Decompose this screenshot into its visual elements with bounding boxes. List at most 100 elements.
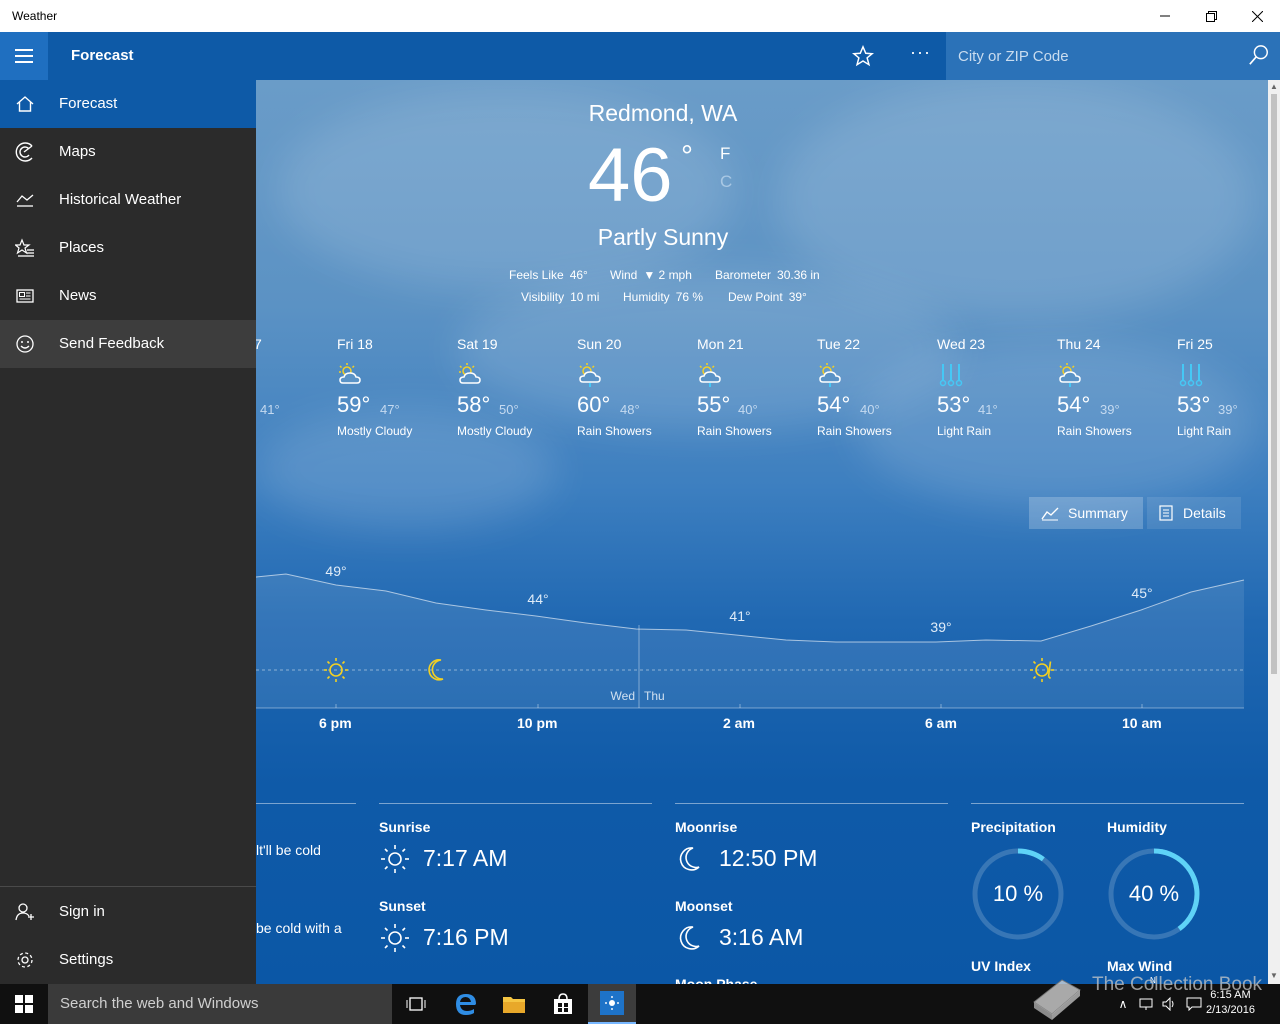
- nav-item-send-feedback[interactable]: Send Feedback: [0, 320, 256, 368]
- day-low: 39°: [1100, 402, 1120, 417]
- search-icon[interactable]: [1248, 44, 1270, 66]
- title-bar: Weather: [0, 0, 1280, 32]
- humidity-detail-value: 40 %: [1128, 881, 1180, 906]
- scroll-down-arrow-icon[interactable]: ▼: [1270, 971, 1278, 980]
- wind-label: Wind: [610, 268, 638, 282]
- file-explorer-button[interactable]: [490, 984, 538, 1024]
- celsius-toggle[interactable]: C: [720, 172, 732, 192]
- wind-value: ▼ 2 mph: [643, 268, 692, 282]
- day-name: Sat 19: [457, 336, 498, 352]
- store-button[interactable]: [539, 984, 587, 1024]
- hourly-temp-label: 44°: [527, 591, 548, 607]
- home-icon: [16, 96, 34, 112]
- task-view-button[interactable]: [392, 984, 440, 1024]
- visibility: Visibility 10 mi: [521, 290, 599, 304]
- hourly-temp-label: 49°: [325, 563, 346, 579]
- day-low: 50°: [499, 402, 519, 417]
- watermark-text: The Collection Book: [1092, 974, 1263, 995]
- nav-item-places[interactable]: Places: [0, 224, 256, 272]
- nav-item-sign-in[interactable]: Sign in: [0, 888, 256, 936]
- more-options-button[interactable]: ···: [910, 42, 931, 63]
- scrollbar-thumb[interactable]: [1271, 94, 1277, 674]
- sunset-label: Sunset: [379, 898, 426, 914]
- vertical-scrollbar[interactable]: ▲ ▼: [1268, 80, 1280, 984]
- day-condition: Rain Showers: [697, 424, 772, 438]
- nav-item-settings[interactable]: Settings: [0, 936, 256, 984]
- day-forecast[interactable]: Mon 21 55° 40° Rain Showers: [697, 336, 807, 438]
- nav-item-historical-weather[interactable]: Historical Weather: [0, 176, 256, 224]
- details-list-icon: [1159, 505, 1173, 521]
- day-low: 41°: [260, 402, 280, 417]
- search-box: [946, 32, 1280, 80]
- nav-item-news[interactable]: News: [0, 272, 256, 320]
- nav-item-forecast[interactable]: Forecast: [0, 80, 256, 128]
- hour-label: 10 am: [1122, 715, 1162, 731]
- hamburger-icon: [15, 55, 33, 57]
- day-forecast[interactable]: Sat 19 58° 50° Mostly Cloudy: [457, 336, 567, 438]
- page-title: Forecast: [71, 47, 134, 64]
- hourly-temp-label: 41°: [729, 608, 750, 624]
- day-forecast[interactable]: Fri 18 59° 47° Mostly Cloudy: [337, 336, 447, 438]
- edge-browser-icon: [456, 994, 476, 1015]
- day-high: 54°: [817, 392, 851, 417]
- divider: [675, 803, 948, 804]
- summary-toggle-button[interactable]: Summary: [1029, 497, 1143, 529]
- start-button[interactable]: [0, 984, 48, 1024]
- day-low: 48°: [620, 402, 640, 417]
- humidity-value: 76 %: [675, 290, 704, 304]
- humidity: Humidity 76 %: [623, 290, 703, 304]
- day-low: 40°: [860, 402, 880, 417]
- nav-item-maps[interactable]: Maps: [0, 128, 256, 176]
- weather-app-button[interactable]: [588, 984, 636, 1024]
- day-condition: Light Rain: [937, 424, 992, 438]
- day-forecast[interactable]: Fri 25 53° 39° Light Rain: [1177, 336, 1267, 438]
- day-forecast[interactable]: Wed 23 53° 41° Light Rain: [937, 336, 1047, 438]
- sunset-icon: [381, 924, 409, 952]
- day-forecast[interactable]: Tue 22 54° 40° Rain Showers: [817, 336, 927, 438]
- rain-showers-icon: [819, 363, 841, 387]
- divider: [256, 803, 356, 804]
- scroll-up-arrow-icon[interactable]: ▲: [1270, 82, 1278, 91]
- window-title: Weather: [12, 9, 58, 23]
- taskbar-search[interactable]: Search the web and Windows: [48, 984, 392, 1024]
- close-button[interactable]: [1234, 0, 1280, 32]
- nav-item-label: News: [59, 287, 97, 304]
- current-condition: Partly Sunny: [597, 224, 729, 250]
- day-name: Fri 25: [1177, 336, 1213, 352]
- day-high: 58°: [457, 392, 491, 417]
- barometer-value: 30.36 in: [777, 268, 820, 282]
- favorite-star-button[interactable]: [852, 45, 874, 67]
- barometer: Barometer 30.36 in: [715, 268, 820, 282]
- divider: [971, 803, 1244, 804]
- day-forecast[interactable]: Thu 24 54° 39° Rain Showers: [1057, 336, 1167, 438]
- restore-button[interactable]: [1188, 0, 1234, 32]
- humidity-detail-label: Humidity: [1107, 819, 1167, 835]
- person-icon: [15, 903, 34, 921]
- watermark-book-icon: [1033, 979, 1081, 1020]
- day-condition: Light Rain: [1177, 424, 1232, 438]
- fahrenheit-toggle[interactable]: F: [720, 144, 730, 164]
- day-high: 53°: [1177, 392, 1211, 417]
- sunrise-icon: [381, 845, 409, 873]
- day-forecast[interactable]: Sun 20 60° 48° Rain Showers: [577, 336, 687, 438]
- details-toggle-button[interactable]: Details: [1147, 497, 1241, 529]
- nav-item-label: Forecast: [59, 95, 118, 112]
- hour-label: 2 am: [723, 715, 755, 731]
- nav-item-label: Sign in: [59, 903, 105, 920]
- edge-taskbar-button[interactable]: [442, 984, 490, 1024]
- folder-icon: [503, 997, 525, 1013]
- moon-phase-label: Moon Phase: [675, 976, 758, 984]
- day-name: Wed 23: [937, 336, 985, 352]
- day-high: 60°: [577, 392, 611, 417]
- minimize-button[interactable]: [1142, 0, 1188, 32]
- windows-logo-icon: [15, 995, 33, 1013]
- nav-divider: [0, 886, 256, 887]
- humidity-label: Humidity: [623, 290, 670, 304]
- nav-item-label: Send Feedback: [59, 335, 165, 352]
- moonrise-value: 12:50 PM: [719, 845, 818, 871]
- day-name: Fri 18: [337, 336, 373, 352]
- location-name: Redmond, WA: [588, 100, 738, 126]
- hamburger-menu-button[interactable]: [0, 32, 48, 80]
- sunrise-label: Sunrise: [379, 819, 431, 835]
- search-input[interactable]: [946, 32, 1236, 80]
